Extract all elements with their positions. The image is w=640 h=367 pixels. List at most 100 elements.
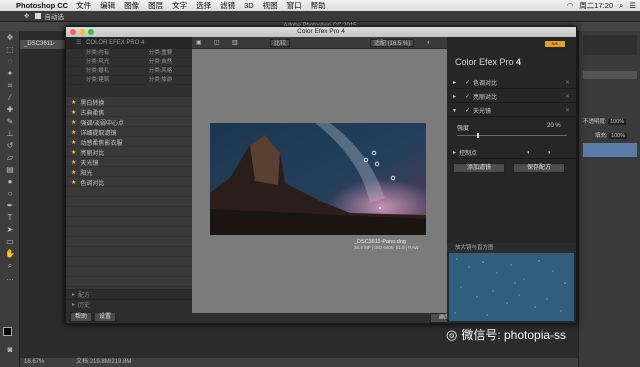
healing-brush-icon[interactable]: ✚ <box>4 105 16 115</box>
category-item[interactable]: 分类:重要 <box>129 49 192 58</box>
gradient-icon[interactable]: ▤ <box>4 165 16 175</box>
star-icon[interactable]: ★ <box>71 119 76 126</box>
menu-3d[interactable]: 3D <box>244 1 254 10</box>
loupe-histogram-label[interactable]: 放大镜与直方图 <box>447 243 576 253</box>
category-item[interactable]: 分类:自然 <box>129 58 192 67</box>
wifi-icon[interactable]: ◠ <box>567 1 574 10</box>
star-icon[interactable]: ★ <box>71 169 76 176</box>
eyedropper-icon[interactable]: ⁄ <box>4 93 16 103</box>
filter-item[interactable]: ★ 天光镜 <box>66 157 192 167</box>
type-tool-icon[interactable]: T <box>4 213 16 223</box>
remove-control-point-icon[interactable]: ◑ <box>547 150 551 156</box>
quick-mask-icon[interactable]: ◙ <box>4 345 16 355</box>
checkbox-icon[interactable]: ✓ <box>465 79 470 86</box>
background-color-icon[interactable]: ◐ <box>427 39 431 47</box>
loupe-view[interactable] <box>449 253 574 321</box>
menu-layer[interactable]: 图层 <box>148 0 163 11</box>
document-tab[interactable]: _DSC3611- <box>20 40 70 49</box>
category-item[interactable]: 分类:婚礼 <box>66 67 129 76</box>
filter-item[interactable]: ★ 强调/淡弱中心点 <box>66 117 192 127</box>
filter-item[interactable]: ★ 详细提取滤镜 <box>66 127 192 137</box>
brush-tool-icon[interactable]: ✎ <box>4 117 16 127</box>
zoom-select[interactable]: 适配 (16.5 %) <box>370 39 415 47</box>
lasso-tool-icon[interactable]: ◌ <box>4 57 16 67</box>
filter-stack-item[interactable]: ▸ ✓ 亮丽对比 ✕ <box>447 91 576 103</box>
menu-image[interactable]: 图像 <box>124 0 139 11</box>
marquee-tool-icon[interactable]: ⬚ <box>4 45 16 55</box>
star-icon[interactable]: ★ <box>71 159 76 166</box>
move-tool-icon[interactable]: ✥ <box>24 12 29 20</box>
dodge-tool-icon[interactable]: ○ <box>4 189 16 199</box>
filter-item[interactable]: ★ 黑白转换 <box>66 97 192 107</box>
layer-opacity[interactable]: 不透明度: 100% <box>583 117 627 125</box>
hand-tool-icon[interactable]: ✋ <box>4 249 16 259</box>
history-row[interactable]: ▸ 历史 <box>66 299 192 309</box>
add-control-point-icon[interactable]: ◐ <box>527 150 531 156</box>
star-icon[interactable]: ★ <box>71 109 76 116</box>
crop-tool-icon[interactable]: ⌗ <box>4 81 16 91</box>
star-icon[interactable]: ★ <box>71 179 76 186</box>
split-view-icon[interactable]: ◫ <box>214 39 220 47</box>
checkbox-icon[interactable]: ✓ <box>465 93 470 100</box>
filter-item[interactable]: ★ 古典柔焦 <box>66 107 192 117</box>
preview-area[interactable]: _DSC3611-Pano.dng 36.4 MP | ISO 6400, f/… <box>192 49 447 313</box>
expand-icon[interactable]: ▾ <box>453 107 456 114</box>
layer-fill[interactable]: 填充: 100% <box>595 131 628 139</box>
clock[interactable]: 周二17:20 <box>579 0 613 11</box>
list-icon[interactable]: ☰ <box>629 1 636 10</box>
app-menu[interactable]: Photoshop CC <box>16 1 68 10</box>
history-brush-icon[interactable]: ↺ <box>4 141 16 151</box>
recipes-row[interactable]: ▸ 配方 <box>66 289 192 299</box>
auto-select-checkbox[interactable] <box>35 13 42 19</box>
move-tool-icon[interactable]: ✥ <box>4 33 16 43</box>
strength-value[interactable]: 20 % <box>547 123 561 129</box>
filter-stack-item[interactable]: ▾ ✓ 天光镜 ✕ <box>447 105 576 117</box>
eraser-icon[interactable]: ▱ <box>4 153 16 163</box>
filter-item[interactable]: ★ 动感柔焦影衣服 <box>66 137 192 147</box>
close-window-icon[interactable] <box>70 29 76 35</box>
filter-item[interactable]: ★ 亮丽对比 <box>66 147 192 157</box>
save-recipe-button[interactable]: 保存配方 <box>513 163 565 173</box>
star-icon[interactable]: ★ <box>71 99 76 106</box>
path-select-icon[interactable]: ➤ <box>4 225 16 235</box>
more-tools-icon[interactable]: … <box>4 273 16 283</box>
close-icon[interactable]: ✕ <box>565 93 570 100</box>
star-icon[interactable]: ★ <box>71 149 76 156</box>
menu-help[interactable]: 帮助 <box>311 0 326 11</box>
menu-view[interactable]: 视图 <box>263 0 278 11</box>
zoom-window-icon[interactable] <box>88 29 94 35</box>
checkbox-icon[interactable]: ✓ <box>465 107 470 114</box>
filter-list-icon[interactable]: ☰ <box>76 40 81 46</box>
category-item[interactable]: 分类:旅游 <box>129 76 192 85</box>
side-by-side-icon[interactable]: ▥ <box>232 39 238 47</box>
category-item[interactable]: 分类:风光 <box>66 58 129 67</box>
pen-tool-icon[interactable]: ✒ <box>4 201 16 211</box>
filter-item[interactable]: ★ 阳光 <box>66 167 192 177</box>
add-filter-button[interactable]: 添加滤镜 <box>453 163 505 173</box>
compare-button[interactable]: 比较 <box>270 39 291 47</box>
settings-button[interactable]: 设置 <box>94 312 116 322</box>
zoom-tool-icon[interactable]: ⌕ <box>4 261 16 271</box>
close-icon[interactable]: ✕ <box>565 107 570 114</box>
search-icon[interactable]: ⌕ <box>619 1 623 11</box>
strength-slider[interactable] <box>457 135 567 136</box>
filter-item[interactable]: ★ 色调对比 <box>66 177 192 187</box>
category-item[interactable]: 分类:风格 <box>129 67 192 76</box>
control-points-row[interactable]: ▸ 控制点 ◐ ◑ <box>447 147 576 159</box>
single-view-icon[interactable]: ▣ <box>196 39 202 47</box>
shape-tool-icon[interactable]: ▭ <box>4 237 16 247</box>
foreground-color[interactable] <box>3 327 12 336</box>
menu-type[interactable]: 文字 <box>172 0 187 11</box>
category-item[interactable]: 分类:内有 <box>66 49 129 58</box>
clone-stamp-icon[interactable]: ⊥ <box>4 129 16 139</box>
help-button[interactable]: 帮助 <box>70 312 92 322</box>
blur-tool-icon[interactable]: ● <box>4 177 16 187</box>
menu-file[interactable]: 文件 <box>76 0 91 11</box>
star-icon[interactable]: ★ <box>71 139 76 146</box>
menu-edit[interactable]: 编辑 <box>100 0 115 11</box>
filter-stack-item[interactable]: ▸ ✓ 色调对比 ✕ <box>447 77 576 89</box>
menu-select[interactable]: 选择 <box>196 0 211 11</box>
expand-icon[interactable]: ▸ <box>453 149 456 156</box>
menu-filter[interactable]: 滤镜 <box>220 0 235 11</box>
zoom-level[interactable]: 16.67% <box>24 359 44 365</box>
